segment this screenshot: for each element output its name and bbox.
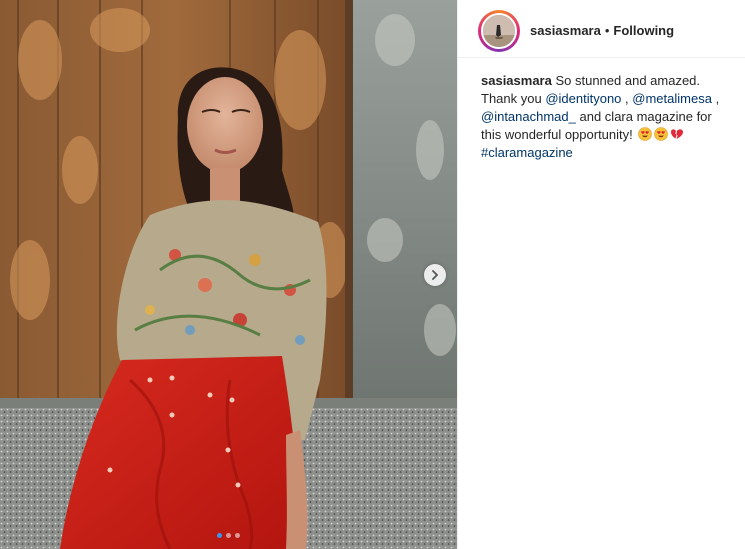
mention-link[interactable]: @identityono	[545, 91, 621, 106]
carousel-dot	[217, 533, 222, 538]
carousel-dot	[235, 533, 240, 538]
carousel-dot	[226, 533, 231, 538]
heart-eyes-emoji-icon	[638, 127, 653, 141]
header-text: sasiasmara • Following	[530, 23, 674, 38]
author-username[interactable]: sasiasmara	[530, 23, 601, 38]
caption-text: ,	[625, 91, 629, 106]
caption-username[interactable]: sasiasmara	[481, 73, 552, 88]
next-slide-button[interactable]	[424, 264, 446, 286]
post-sidebar: sasiasmara • Following sasiasmara So stunn…	[457, 0, 745, 549]
heart-eyes-emoji-icon	[654, 127, 669, 141]
mention-link[interactable]: @intanachmad_	[481, 109, 576, 124]
broken-heart-emoji-icon	[671, 129, 684, 139]
instagram-post: sasiasmara • Following sasiasmara So stunn…	[0, 0, 745, 549]
carousel-indicator	[0, 533, 457, 538]
chevron-right-icon	[432, 270, 438, 280]
hashtag-link[interactable]: #claramagazine	[481, 145, 573, 160]
header-separator: •	[604, 23, 610, 38]
post-caption: sasiasmara So stunned and amazed. Thank …	[458, 58, 745, 162]
mention-link[interactable]: @metalimesa	[632, 91, 712, 106]
post-header: sasiasmara • Following	[458, 0, 745, 58]
post-photo[interactable]	[0, 0, 457, 549]
photo-scene	[0, 0, 457, 549]
story-ring[interactable]	[478, 9, 520, 52]
follow-status-button[interactable]: Following	[613, 23, 674, 38]
avatar[interactable]	[481, 12, 517, 49]
avatar-picture	[483, 14, 515, 47]
caption-text: ,	[715, 91, 720, 106]
